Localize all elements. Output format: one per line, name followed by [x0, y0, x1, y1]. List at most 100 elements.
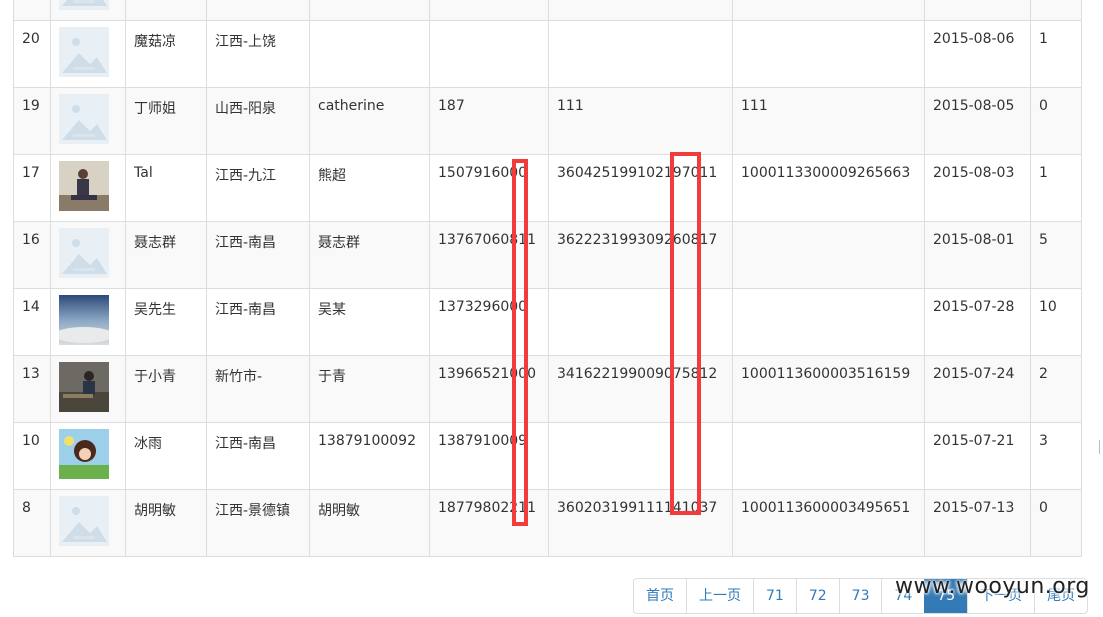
cell-id: 13 — [13, 355, 51, 423]
cell-name — [125, 0, 207, 21]
cell-id: 14 — [13, 288, 51, 356]
cell-region: 江西-南昌 — [206, 288, 310, 356]
cell-count — [1030, 0, 1082, 21]
cell-photo — [50, 87, 126, 155]
cell-real-name: 胡明敏 — [309, 489, 430, 557]
cell-date: 2015-08-05 — [924, 87, 1031, 155]
cell-count: 0 — [1030, 489, 1082, 557]
cell-count: 2 — [1030, 355, 1082, 423]
watermark: www.wooyun.org — [895, 574, 1090, 599]
cell-id-card — [548, 288, 733, 356]
cell-account: 1000113300009265663 — [732, 154, 925, 222]
cell-count: 3 — [1030, 422, 1082, 490]
cell-name: 冰雨 — [125, 422, 207, 490]
cell-date: 2015-07-21 — [924, 422, 1031, 490]
avatar-thumbnail — [59, 429, 109, 479]
cell-account: 1000113600003516159 — [732, 355, 925, 423]
cell-real-name: 于青 — [309, 355, 430, 423]
red-highlight-box-idcard — [670, 152, 701, 515]
cell-account — [732, 20, 925, 88]
red-highlight-box-phone — [512, 159, 528, 526]
page-first-link[interactable]: 首页 — [634, 579, 686, 613]
cell-date: 2015-07-24 — [924, 355, 1031, 423]
cell-id-card: 341622199009075812 — [548, 355, 733, 423]
cell-account — [732, 422, 925, 490]
avatar-thumbnail — [59, 0, 109, 10]
avatar-thumbnail — [59, 94, 109, 144]
table-row: 13 于小青 新竹市- 于青 13966521000 341622199009075812… — [13, 355, 1082, 423]
cell-phone: 18779802211 — [429, 489, 549, 557]
cell-real-name: 13879100092 — [309, 422, 430, 490]
cell-id-card: 360425199102197011 — [548, 154, 733, 222]
cell-phone: 1507916000 — [429, 154, 549, 222]
cell-id-card: 362223199309260817 — [548, 221, 733, 289]
cell-account — [732, 288, 925, 356]
cell-region: 江西-上饶 — [206, 20, 310, 88]
cell-date: 2015-08-01 — [924, 221, 1031, 289]
cell-name: 丁师姐 — [125, 87, 207, 155]
cell-id: 19 — [13, 87, 51, 155]
avatar-thumbnail — [59, 161, 109, 211]
cell-account: 1000113600003495651 — [732, 489, 925, 557]
page-72-link[interactable]: 72 — [795, 579, 839, 613]
page-prev-link[interactable]: 上一页 — [686, 579, 753, 613]
cell-account — [732, 221, 925, 289]
page-73-link[interactable]: 73 — [838, 579, 882, 613]
cell-count: 0 — [1030, 87, 1082, 155]
cell-id-card: 111 — [548, 87, 733, 155]
cell-region: 山西-阳泉 — [206, 87, 310, 155]
cell-real-name — [309, 20, 430, 88]
cell-photo — [50, 288, 126, 356]
page-71-link[interactable]: 71 — [753, 579, 796, 613]
cell-photo — [50, 154, 126, 222]
cell-count: 1 — [1030, 20, 1082, 88]
cell-count: 1 — [1030, 154, 1082, 222]
cell-region: 江西-九江 — [206, 154, 310, 222]
cell-account — [732, 0, 925, 21]
cell-photo — [50, 20, 126, 88]
cell-name: 于小青 — [125, 355, 207, 423]
table-row: 10 冰雨 江西-南昌 13879100092 1387910009 2015-07-21… — [13, 422, 1082, 490]
cell-count: 5 — [1030, 221, 1082, 289]
table-row: 16 聂志群 江西-南昌 聂志群 13767060811 3622231993092608… — [13, 221, 1082, 289]
cell-name: 吴先生 — [125, 288, 207, 356]
cell-id-card — [548, 20, 733, 88]
cell-id: 16 — [13, 221, 51, 289]
avatar-thumbnail — [59, 295, 109, 345]
cell-photo — [50, 489, 126, 557]
cell-id: 8 — [13, 489, 51, 557]
cell-region: 江西-南昌 — [206, 221, 310, 289]
cell-real-name: 熊超 — [309, 154, 430, 222]
cell-region — [206, 0, 310, 21]
cell-name: 胡明敏 — [125, 489, 207, 557]
cell-real-name: 吴某 — [309, 288, 430, 356]
cell-region: 江西-景德镇 — [206, 489, 310, 557]
avatar-thumbnail — [59, 228, 109, 278]
cell-date — [924, 0, 1031, 21]
avatar-thumbnail — [59, 496, 109, 546]
cell-id-card — [548, 0, 733, 21]
cell-photo — [50, 221, 126, 289]
cell-count: 10 — [1030, 288, 1082, 356]
cell-region: 江西-南昌 — [206, 422, 310, 490]
cell-photo — [50, 422, 126, 490]
cell-name: 聂志群 — [125, 221, 207, 289]
cell-id: 17 — [13, 154, 51, 222]
table-row: 8 胡明敏 江西-景德镇 胡明敏 18779802211 3602031991111410… — [13, 489, 1082, 557]
scrollbar-edge[interactable] — [1099, 440, 1103, 454]
table-row: 19 丁师姐 山西-阳泉 catherine 187 111 111 2015-08-05 0 — [13, 87, 1082, 155]
avatar-thumbnail — [59, 27, 109, 77]
cell-id-card: 360203199111141037 — [548, 489, 733, 557]
cell-phone: 13966521000 — [429, 355, 549, 423]
cell-id: 20 — [13, 20, 51, 88]
cell-real-name: catherine — [309, 87, 430, 155]
cell-photo — [50, 0, 126, 21]
cell-phone: 13767060811 — [429, 221, 549, 289]
cell-photo — [50, 355, 126, 423]
cell-phone — [429, 0, 549, 21]
cell-date: 2015-07-13 — [924, 489, 1031, 557]
cell-date: 2015-08-03 — [924, 154, 1031, 222]
cell-real-name: 聂志群 — [309, 221, 430, 289]
cell-name: Tal — [125, 154, 207, 222]
cell-name: 魔菇凉 — [125, 20, 207, 88]
